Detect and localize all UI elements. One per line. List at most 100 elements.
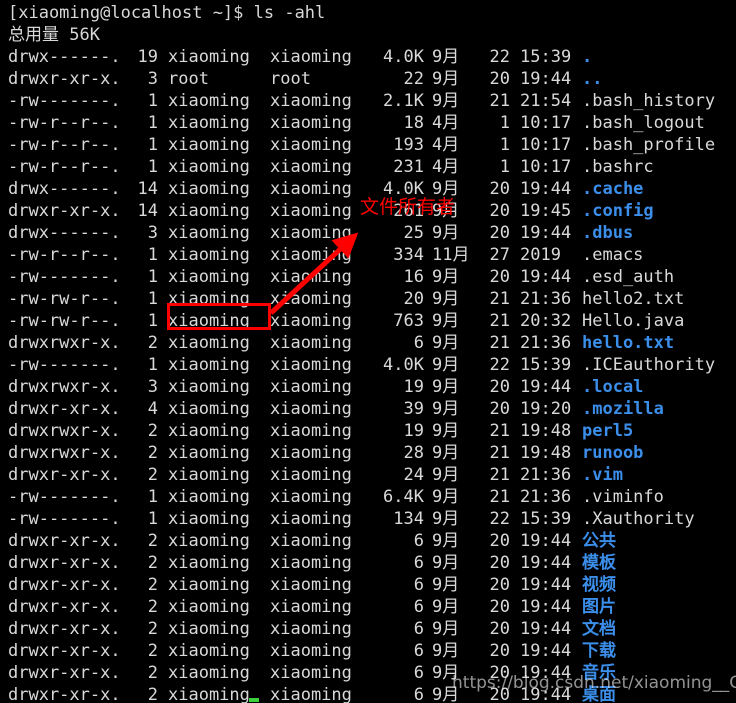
listing-cell-owner: xiaoming: [168, 553, 250, 573]
listing-cell-day: 21: [489, 487, 510, 507]
listing-cell-name: perl5: [582, 421, 634, 441]
listing-cell-time: 15:39: [520, 47, 572, 67]
listing-cell-group: xiaoming: [270, 443, 352, 463]
listing-cell-owner: xiaoming: [168, 487, 250, 507]
listing-cell-time: 2019: [520, 245, 561, 265]
listing-cell-name: 视频: [582, 575, 616, 595]
listing-cell-links: 3: [147, 377, 158, 397]
listing-cell-links: 2: [147, 553, 158, 573]
listing-cell-name: 文档: [582, 619, 616, 639]
listing-cell-links: 2: [147, 443, 158, 463]
listing-cell-perm: drwx------.: [8, 223, 121, 243]
listing-cell-links: 14: [137, 201, 158, 221]
listing-cell-time: 21:54: [520, 91, 572, 111]
listing-cell-name: .bash_logout: [582, 113, 705, 133]
listing-cell-time: 19:44: [520, 69, 572, 89]
listing-row: drwx------. 3 xiaoming xiaoming 25 9月 20 19:44.…: [0, 222, 736, 244]
listing-cell-time: 19:45: [520, 201, 572, 221]
listing-cell-month: 4月: [432, 157, 460, 177]
listing-cell-perm: -rw-r--r--.: [8, 113, 121, 133]
listing-cell-owner: xiaoming: [168, 267, 250, 287]
listing-cell-size: 6: [413, 641, 424, 661]
listing-cell-links: 3: [147, 69, 158, 89]
listing-cell-group: xiaoming: [270, 135, 352, 155]
listing-cell-time: 19:44: [520, 641, 572, 661]
listing-cell-perm: drwx------.: [8, 179, 121, 199]
listing-cell-owner: xiaoming: [168, 201, 250, 221]
listing-cell-time: 21:36: [520, 289, 572, 309]
listing-cell-time: 19:44: [520, 223, 572, 243]
listing-cell-day: 20: [489, 377, 510, 397]
listing-row: drwxrwxr-x. 2 xiaoming xiaoming 28 9月 21 19:48 r…: [0, 442, 736, 464]
listing-cell-month: 9月: [432, 443, 460, 463]
listing-cell-links: 1: [147, 355, 158, 375]
listing-cell-links: 1: [147, 113, 158, 133]
listing-cell-day: 20: [489, 531, 510, 551]
listing-cell-month: 9月: [432, 509, 460, 529]
listing-cell-size: 334: [393, 245, 424, 265]
listing-cell-perm: drwxr-xr-x.: [8, 619, 121, 639]
listing-row: drwxr-xr-x. 2 xiaoming xiaoming 6 9月 20 19:44 模板: [0, 552, 736, 574]
listing-cell-day: 20: [489, 641, 510, 661]
listing-cell-time: 21:36: [520, 333, 572, 353]
listing-cell-day: 21: [489, 91, 510, 111]
listing-cell-group: xiaoming: [270, 685, 352, 703]
listing-cell-owner: xiaoming: [168, 91, 250, 111]
listing-cell-owner: xiaoming: [168, 47, 250, 67]
listing-cell-name: .bash_profile: [582, 135, 716, 155]
listing-cell-month: 9月: [432, 267, 460, 287]
listing-cell-owner: xiaoming: [168, 509, 250, 529]
listing-row: drwxr-xr-x. 2 xiaoming xiaoming 6 9月 20 19:44 图片: [0, 596, 736, 618]
listing-cell-day: 20: [489, 399, 510, 419]
listing-cell-size: 24: [403, 465, 424, 485]
listing-cell-links: 2: [147, 531, 158, 551]
listing-cell-perm: -rw-------.: [8, 267, 121, 287]
listing-cell-group: xiaoming: [270, 201, 352, 221]
listing-row: drwxrwxr-x. 2 xiaoming xiaoming 19 9月 21 19:48 p…: [0, 420, 736, 442]
listing-cell-day: 20: [489, 553, 510, 573]
listing-cell-day: 27: [489, 245, 510, 265]
listing-cell-name: .vim: [582, 465, 623, 485]
listing-cell-owner: xiaoming: [168, 113, 250, 133]
listing-cell-perm: drwxr-xr-x.: [8, 685, 121, 703]
listing-cell-perm: drwxr-xr-x.: [8, 531, 121, 551]
listing-cell-links: 2: [147, 619, 158, 639]
listing-cell-group: xiaoming: [270, 47, 352, 67]
listing-cell-size: 28: [403, 443, 424, 463]
listing-row: -rw-r--r--. 1 xiaoming xiaoming 193 4月 1 10:17.…: [0, 134, 736, 156]
listing-cell-size: 231: [393, 157, 424, 177]
listing-cell-group: xiaoming: [270, 355, 352, 375]
listing-cell-links: 4: [147, 399, 158, 419]
listing-cell-name: .bashrc: [582, 157, 654, 177]
listing-cell-size: 6: [413, 333, 424, 353]
listing-cell-owner: xiaoming: [168, 179, 250, 199]
listing-cell-perm: -rw-r--r--.: [8, 157, 121, 177]
listing-cell-links: 1: [147, 245, 158, 265]
listing-cell-day: 22: [489, 509, 510, 529]
listing-cell-month: 9月: [432, 421, 460, 441]
listing-cell-name: hello2.txt: [582, 289, 685, 309]
listing-cell-owner: xiaoming: [168, 597, 250, 617]
listing-cell-name: .local: [582, 377, 644, 397]
listing-cell-links: 2: [147, 575, 158, 595]
listing-cell-links: 1: [147, 311, 158, 331]
listing-cell-day: 21: [489, 289, 510, 309]
listing-row: drwxr-xr-x. 2 xiaoming xiaoming 6 9月 20 19:44 下载: [0, 640, 736, 662]
listing-cell-owner: xiaoming: [168, 333, 250, 353]
listing-cell-owner: xiaoming: [168, 223, 250, 243]
listing-cell-month: 9月: [432, 575, 460, 595]
listing-cell-month: 9月: [432, 355, 460, 375]
listing-cell-time: 19:44: [520, 619, 572, 639]
listing-cell-group: xiaoming: [270, 157, 352, 177]
listing-cell-perm: drwx------.: [8, 47, 121, 67]
listing-cell-owner: xiaoming: [168, 245, 250, 265]
listing-cell-month: 9月: [432, 377, 460, 397]
listing-cell-owner: xiaoming: [168, 377, 250, 397]
listing-cell-time: 19:44: [520, 179, 572, 199]
listing-cell-perm: drwxr-xr-x.: [8, 597, 121, 617]
listing-cell-perm: -rw-r--r--.: [8, 135, 121, 155]
listing-row: -rw-r--r--. 1 xiaoming xiaoming 18 4月 1 10:17 .b…: [0, 112, 736, 134]
listing-cell-owner: xiaoming: [168, 399, 250, 419]
listing-cell-group: xiaoming: [270, 223, 352, 243]
listing-cell-group: xiaoming: [270, 311, 352, 331]
